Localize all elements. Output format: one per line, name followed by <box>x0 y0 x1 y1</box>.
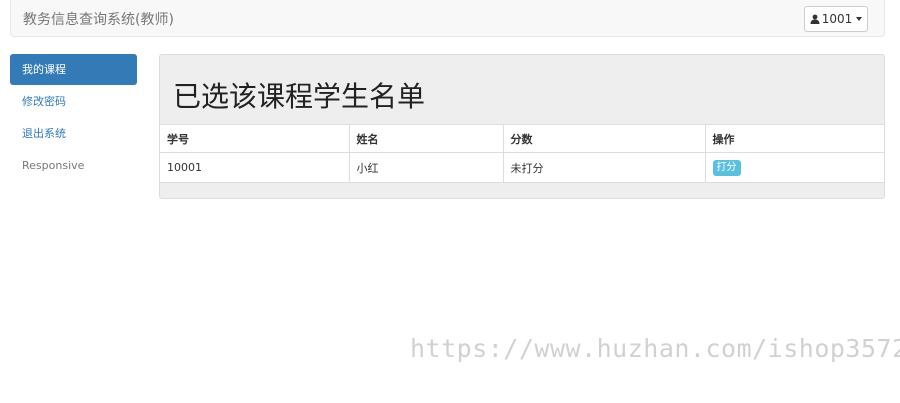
watermark-text: https://www.huzhan.com/ishop3572 <box>410 334 900 363</box>
chevron-down-icon <box>856 17 863 21</box>
student-table: 学号 姓名 分数 操作 10001 小红 未打分 打分 <box>160 124 884 183</box>
user-icon <box>810 14 820 24</box>
col-header-score: 分数 <box>502 124 706 153</box>
table-row: 10001 小红 未打分 打分 <box>160 152 884 183</box>
col-header-action: 操作 <box>704 124 884 153</box>
cell-student-id: 10001 <box>160 152 350 183</box>
sidebar-item-change-password[interactable]: 修改密码 <box>10 86 137 117</box>
title-banner: 已选该课程学生名单 <box>160 55 884 124</box>
cell-name: 小红 <box>348 152 504 183</box>
table-header-row: 学号 姓名 分数 操作 <box>160 124 884 153</box>
user-id-label: 1001 <box>821 12 853 26</box>
page-title: 已选该课程学生名单 <box>173 80 426 113</box>
sidebar-item-my-courses[interactable]: 我的课程 <box>10 54 137 85</box>
col-header-student-id: 学号 <box>160 124 350 153</box>
user-menu-button[interactable]: 1001 <box>804 6 868 32</box>
sidebar-item-logout[interactable]: 退出系统 <box>10 118 137 149</box>
cell-score: 未打分 <box>502 152 706 183</box>
content-panel: 已选该课程学生名单 学号 姓名 分数 操作 10001 小红 未打分 打分 <box>159 54 885 199</box>
sidebar-item-responsive[interactable]: Responsive <box>10 150 137 181</box>
app-brand[interactable]: 教务信息查询系统(教师) <box>23 9 174 29</box>
col-header-name: 姓名 <box>348 124 504 153</box>
sidebar-nav: 我的课程 修改密码 退出系统 Responsive <box>10 54 137 182</box>
top-navbar: 教务信息查询系统(教师) 1001 <box>10 0 885 37</box>
cell-action: 打分 <box>704 152 884 183</box>
grade-button[interactable]: 打分 <box>712 159 741 176</box>
